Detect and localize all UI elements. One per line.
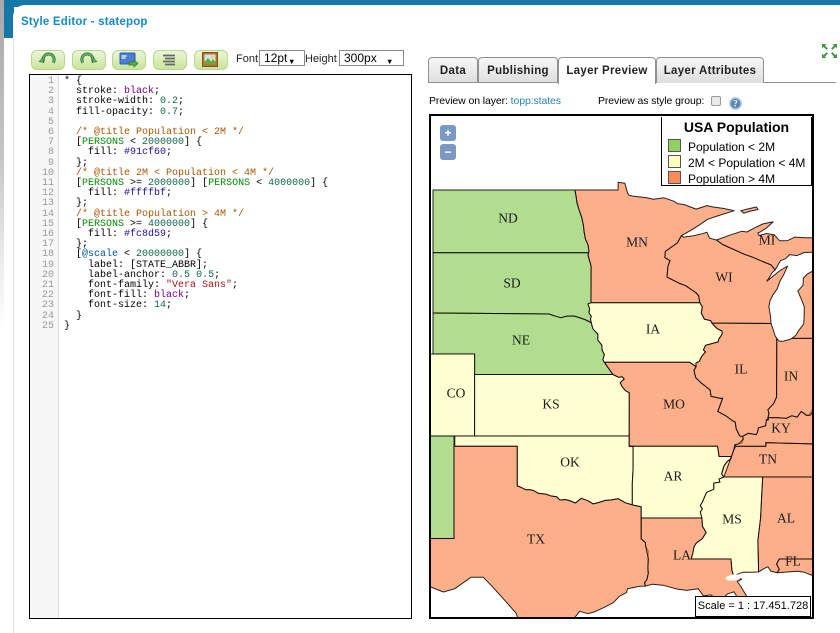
svg-text:TN: TN	[759, 452, 777, 467]
svg-text:KY: KY	[771, 421, 791, 436]
svg-text:OK: OK	[560, 455, 580, 470]
svg-text:AR: AR	[664, 469, 683, 484]
svg-text:WI: WI	[715, 270, 733, 285]
svg-text:KS: KS	[542, 397, 559, 412]
svg-text:AL: AL	[777, 511, 795, 526]
svg-text:SD: SD	[503, 276, 521, 291]
svg-text:NE: NE	[512, 333, 530, 348]
svg-text:IL: IL	[735, 362, 748, 377]
svg-text:?: ?	[733, 99, 738, 109]
svg-text:MO: MO	[663, 397, 685, 412]
svg-text:CO: CO	[447, 386, 466, 401]
svg-text:IN: IN	[784, 369, 798, 384]
svg-text:MI: MI	[759, 233, 776, 248]
svg-text:LA: LA	[673, 548, 691, 563]
svg-text:TX: TX	[527, 532, 545, 547]
svg-text:FL: FL	[785, 554, 801, 569]
svg-text:ND: ND	[498, 211, 518, 226]
svg-text:MS: MS	[722, 512, 742, 527]
svg-text:IA: IA	[646, 322, 660, 337]
svg-text:MN: MN	[626, 235, 648, 250]
